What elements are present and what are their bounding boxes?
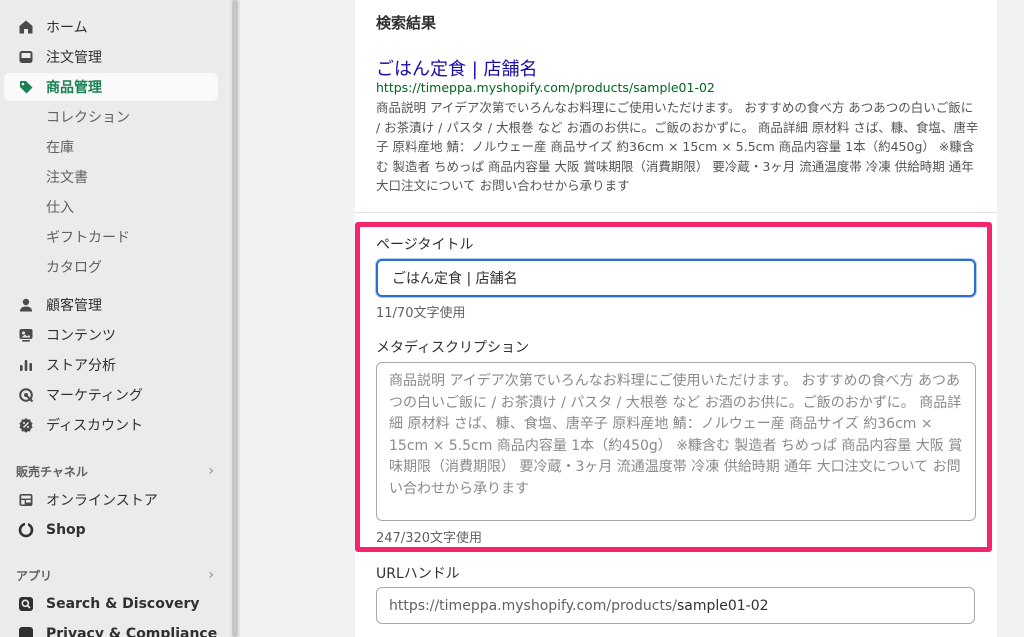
search-preview-title: ごはん定食 | 店舗名: [376, 59, 538, 80]
bar-chart-icon: [16, 355, 36, 375]
person-icon: [16, 295, 36, 315]
nav-products[interactable]: 商品管理: [4, 73, 218, 101]
nav-discounts[interactable]: ディスカウント: [4, 411, 218, 439]
nav-privacy-compliance-label: Privacy & Compliance: [46, 626, 218, 637]
nav-online-store-label: オンラインストア: [46, 493, 158, 509]
sales-channels-title: 販売チャネル: [16, 464, 88, 479]
nav-privacy-compliance[interactable]: Privacy & Compliance: [4, 620, 218, 637]
meta-description-label: メタディスクリプション: [376, 340, 530, 356]
nav-online-store[interactable]: オンラインストア: [4, 486, 218, 514]
apps-header[interactable]: アプリ ›: [16, 565, 214, 585]
page-title-counter: 11/70文字使用: [376, 306, 466, 321]
nav-marketing-label: マーケティング: [46, 388, 143, 404]
sub-item-purchase-orders[interactable]: 注文書: [46, 165, 88, 189]
url-handle-value: sample01-02: [676, 597, 769, 614]
search-preview-url: https://timeppa.myshopify.com/products/s…: [376, 80, 715, 95]
url-handle-label: URLハンドル: [376, 566, 460, 582]
nav-search-discovery[interactable]: Search & Discovery: [4, 590, 218, 618]
nav-content[interactable]: コンテンツ: [4, 321, 218, 349]
nav-customers-label: 顧客管理: [46, 298, 102, 314]
nav-home-label: ホーム: [46, 20, 88, 36]
tag-icon: [16, 77, 36, 97]
nav-products-label: 商品管理: [46, 80, 102, 96]
inbox-icon: [16, 47, 36, 67]
chevron-right-icon: ›: [208, 463, 214, 479]
nav-content-label: コンテンツ: [46, 328, 116, 344]
home-icon: [16, 17, 36, 37]
page-title-value: ごはん定食 | 店舗名: [392, 271, 518, 287]
content-icon: [16, 325, 36, 345]
meta-description-counter: 247/320文字使用: [376, 531, 483, 546]
target-icon: [16, 385, 36, 405]
shop-logo-icon: [16, 520, 36, 540]
chevron-right-icon: ›: [208, 567, 214, 583]
nav-analytics[interactable]: ストア分析: [4, 351, 218, 379]
sub-item-catalogs[interactable]: カタログ: [46, 255, 102, 279]
discount-badge-icon: [16, 415, 36, 435]
sub-item-gift-cards[interactable]: ギフトカード: [46, 225, 130, 249]
page-title-label: ページタイトル: [376, 237, 474, 253]
page-title-input[interactable]: ごはん定食 | 店舗名: [376, 259, 976, 297]
nav-orders-label: 注文管理: [46, 50, 102, 66]
nav-shop[interactable]: Shop: [4, 516, 218, 544]
sub-item-collections[interactable]: コレクション: [46, 105, 130, 129]
sub-item-transfers[interactable]: 仕入: [46, 195, 74, 219]
nav-analytics-label: ストア分析: [46, 358, 116, 374]
apps-title: アプリ: [16, 568, 53, 583]
search-preview-heading: 検索結果: [376, 14, 437, 32]
sub-item-inventory[interactable]: 在庫: [46, 135, 74, 159]
nav-shop-label: Shop: [46, 522, 86, 538]
nav-discounts-label: ディスカウント: [46, 418, 144, 434]
preview-divider: [355, 212, 997, 213]
sidebar: ホーム 注文管理 商品管理 コレクション 在庫 注文書 仕入 ギフトカード カタ…: [0, 0, 230, 637]
scrollbar-thumb[interactable]: [232, 0, 238, 637]
nav-marketing[interactable]: マーケティング: [4, 381, 218, 409]
privacy-icon: [16, 624, 36, 637]
nav-search-discovery-label: Search & Discovery: [46, 596, 200, 612]
nav-orders[interactable]: 注文管理: [4, 43, 218, 71]
sales-channels-header[interactable]: 販売チャネル ›: [16, 461, 214, 481]
url-handle-input[interactable]: https://timeppa.myshopify.com/products/s…: [376, 587, 975, 624]
store-icon: [16, 490, 36, 510]
nav-home[interactable]: ホーム: [4, 13, 218, 41]
meta-description-textarea[interactable]: 商品説明 アイデア次第でいろんなお料理にご使用いただけます。 おすすめの食べ方 …: [376, 362, 976, 521]
meta-description-value: 商品説明 アイデア次第でいろんなお料理にご使用いただけます。 おすすめの食べ方 …: [389, 373, 963, 497]
sidebar-scrollbar[interactable]: [230, 0, 240, 637]
url-prefix: https://timeppa.myshopify.com/products/: [389, 597, 677, 614]
search-discovery-icon: [16, 594, 36, 614]
search-preview-description: 商品説明 アイデア次第でいろんなお料理にご使用いただけます。 おすすめの食べ方 …: [376, 100, 979, 193]
nav-customers[interactable]: 顧客管理: [4, 291, 218, 319]
